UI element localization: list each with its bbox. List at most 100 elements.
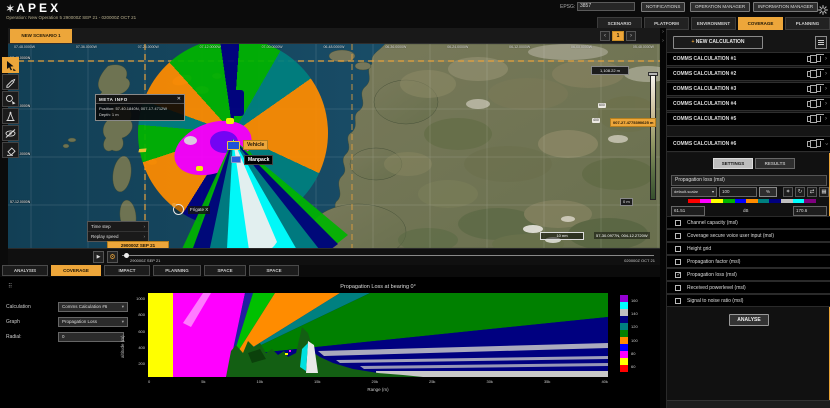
calc-row-3[interactable]: COMMS CALCULATION #3 › [667,82,830,96]
antenna-tool-button[interactable] [2,108,19,124]
tab-results[interactable]: RESULTS [755,158,795,169]
manpack-label[interactable]: Manpack [244,155,273,165]
tab-space-weather[interactable]: SPACE WEATHER [204,265,246,276]
manpack-unit-icon[interactable] [231,156,241,163]
menu-item-replay-speed[interactable]: Replay speed› [88,232,148,241]
radial-input[interactable]: 0 [58,332,124,342]
duplicate-icon[interactable] [807,101,812,107]
list-view-icon[interactable] [815,36,827,49]
scale-unit-label: dB [743,208,749,213]
analyse-button[interactable]: ANALYSE [729,314,769,326]
tab-planning[interactable]: PLANNING [785,17,830,30]
timeline-track[interactable] [122,255,654,256]
option-channel-capacity[interactable]: Channel capacity (msl) [667,216,830,229]
checkbox[interactable] [675,272,681,278]
style-icon[interactable]: ✶ [783,187,793,197]
map-page-current[interactable]: 1 [612,31,624,41]
duplicate-icon[interactable] [807,71,812,77]
elevation-ramp[interactable] [650,75,656,200]
checkbox[interactable] [675,233,681,239]
chevron-right-icon[interactable]: › [825,56,827,62]
option-received-powerlevel[interactable]: Received powerlevel (msl) [667,281,830,294]
trash-icon[interactable] [816,116,821,122]
map-page-next-button[interactable]: › [626,31,636,41]
information-manager-button[interactable]: INFORMATION MANAGER [753,2,818,12]
operation-manager-button[interactable]: OPERATION MANAGER [690,2,750,12]
graph-select[interactable]: Propagation Loss▾ [58,317,128,327]
vehicle-label[interactable]: Vehicle [243,140,268,150]
percent-button[interactable]: % [759,187,777,197]
calculation-select[interactable]: Comms Calculation #6▾ [58,302,128,312]
trash-icon[interactable] [816,56,821,62]
shape-tool-button[interactable] [2,91,19,107]
checkbox[interactable] [675,285,681,291]
duplicate-icon[interactable] [807,116,812,122]
frigate-unit-icon[interactable] [173,204,184,215]
tab-coverage-bottom[interactable]: COVERAGE [51,265,101,276]
trash-icon[interactable] [816,86,821,92]
trash-icon[interactable] [816,71,821,77]
trash-icon[interactable] [816,141,821,147]
map-page-prev-button[interactable]: ‹ [600,31,610,41]
option-coverage-secure-voice[interactable]: Coverage secure voice user input (msl) [667,229,830,242]
close-icon[interactable]: ✕ [177,96,181,102]
chevron-right-icon[interactable]: › [825,116,827,122]
option-propagation-loss[interactable]: Propagation loss (msl) [667,268,830,281]
checkbox[interactable] [675,259,681,265]
select-tool-button[interactable] [2,57,19,73]
tab-planning-graph[interactable]: PLANNING GRAPH [153,265,201,276]
draw-tool-button[interactable] [2,74,19,90]
map-scale-bar: 10 nm [540,232,584,240]
calc-row-6[interactable]: COMMS CALCULATION #6 › [667,136,830,152]
grid-icon[interactable]: ▦ [819,187,829,197]
chevron-down-icon: ▾ [712,188,714,196]
timestep-value-chip[interactable]: 290000Z SEP 21 [107,241,169,248]
option-propagation-factor[interactable]: Propagation factor (msl) [667,255,830,268]
tab-settings[interactable]: SETTINGS [713,158,753,169]
notifications-button[interactable]: NOTIFICATIONS [641,2,685,12]
refresh-icon[interactable]: ↻ [795,187,805,197]
calc-row-4[interactable]: COMMS CALCULATION #4 › [667,97,830,111]
settings-gear-icon[interactable] [818,2,828,12]
tab-analysis[interactable]: ANALYSIS [2,265,48,276]
duplicate-icon[interactable] [807,56,812,62]
frigate-label[interactable]: Frigate X [188,206,210,214]
map-viewport[interactable]: 07-48.0000W07-36.0000W07-24.0000W07-12.0… [8,44,660,248]
calc-row-2[interactable]: COMMS CALCULATION #2 › [667,67,830,81]
checkbox[interactable] [675,220,681,226]
trash-icon[interactable] [816,101,821,107]
swap-icon[interactable]: ⇄ [807,187,817,197]
frigate-status-dot [172,203,176,207]
scale-max-input[interactable]: 170.6 [793,206,827,216]
epsg-input[interactable]: 3857 [577,2,635,11]
menu-item-time-step[interactable]: Time step› [88,222,148,232]
scenario-tab-new-scenario-1[interactable]: NEW SCENARIO 1 [10,29,72,43]
chevron-right-icon[interactable]: › [825,86,827,92]
calc-row-1[interactable]: COMMS CALCULATION #1 › [667,52,830,66]
duplicate-icon[interactable] [807,141,812,147]
hide-layers-button[interactable] [2,125,19,141]
option-height-grid[interactable]: Height grid [667,242,830,255]
option-signal-to-noise[interactable]: Signal to noise ratio (msl) [667,294,830,307]
scalar-value-input[interactable]: 100 [719,187,757,197]
chevron-right-icon[interactable]: › [825,71,827,77]
chevron-right-icon[interactable]: › [825,101,827,107]
tab-environment[interactable]: ENVIRONMENT [691,17,736,30]
tab-impact-matrix[interactable]: IMPACT MATRIX [104,265,150,276]
new-calculation-button[interactable]: + NEW CALCULATION [673,36,763,49]
calc-row-5[interactable]: COMMS CALCULATION #5 › [667,112,830,126]
tab-coverage[interactable]: COVERAGE [738,17,783,30]
checkbox[interactable] [675,246,681,252]
chevron-down-icon[interactable]: › [823,143,829,145]
vehicle-unit-icon[interactable] [227,141,240,150]
eraser-tool-button[interactable] [2,142,19,158]
scale-min-input[interactable]: 61.51 [671,206,705,216]
drag-handle-icon[interactable]: ⠿ [8,283,12,290]
duplicate-icon[interactable] [807,86,812,92]
checkbox[interactable] [675,298,681,304]
timeline-settings-gear-icon[interactable]: ⚙ [107,251,118,263]
tab-space-situation[interactable]: SPACE SITUATION AW... [249,265,299,276]
scalar-mode-select[interactable]: default-scalar▾ [671,187,717,197]
play-button[interactable]: ▶ [93,251,104,263]
timeline-handle[interactable] [124,253,129,258]
